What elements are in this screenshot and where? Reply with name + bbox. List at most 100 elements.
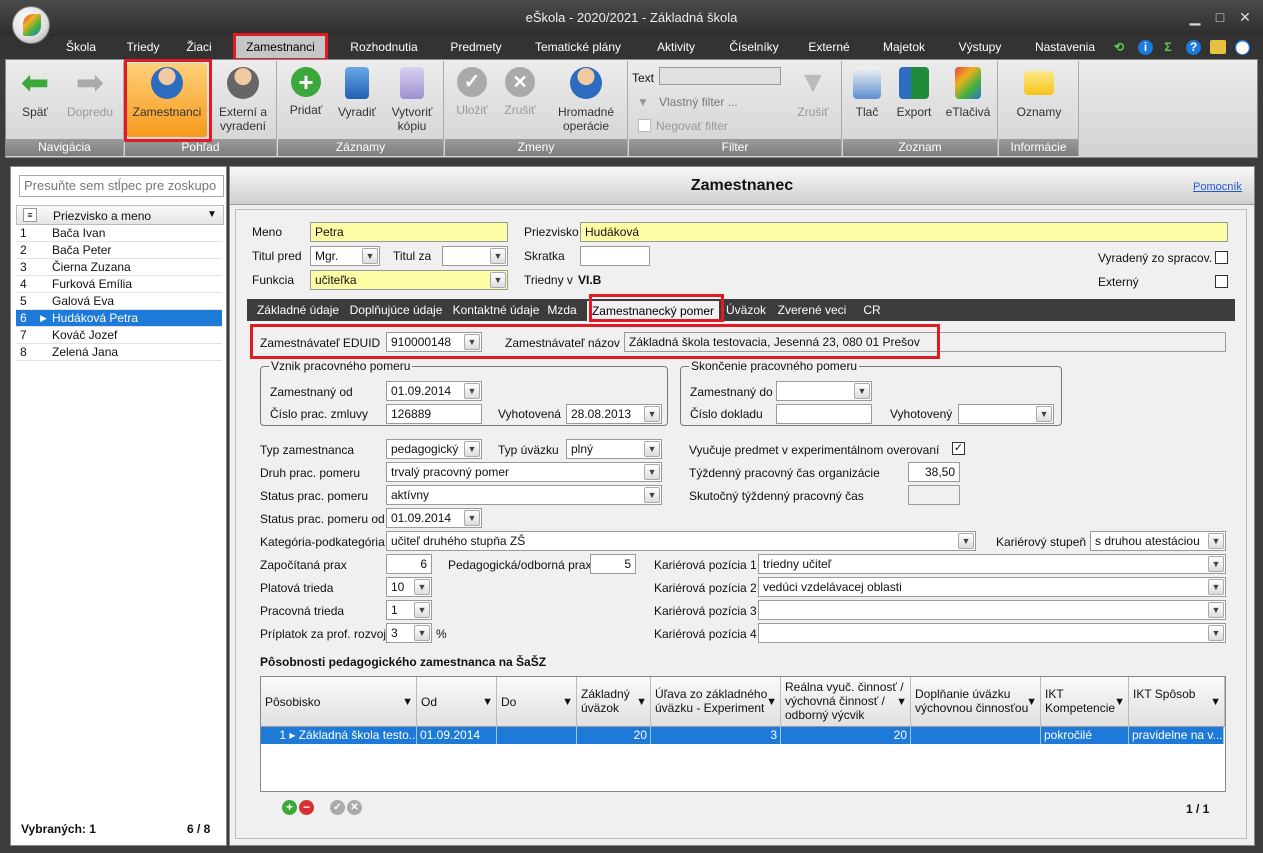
negate-filter-checkbox[interactable] <box>638 119 651 132</box>
help-icon[interactable]: ? <box>1186 40 1201 55</box>
menu-tematicke-plany[interactable]: Tematické plány <box>528 36 628 59</box>
col-ulava[interactable]: Úľava zo základného úväzku - Experiment ▼ <box>651 677 781 727</box>
retired-checkbox[interactable] <box>1215 251 1228 264</box>
employer-name-field[interactable]: Základná škola testovacia, Jesenná 23, 0… <box>624 332 1226 352</box>
menu-nastavenia[interactable]: Nastavenia <box>1027 36 1103 59</box>
menu-predmety[interactable]: Predmety <box>440 36 512 59</box>
menu-aktivity[interactable]: Aktivity <box>645 36 707 59</box>
col-realna-cinnost[interactable]: Reálna vyuč. činnosť / výchovná činnosť … <box>781 677 911 727</box>
list-item[interactable]: 3 Čierna Zuzana <box>16 259 222 276</box>
function-select[interactable]: učiteľka ▼ <box>310 270 508 290</box>
end-issued-date[interactable]: ▼ <box>958 404 1054 424</box>
work-class-select[interactable]: 1 ▼ <box>386 600 432 620</box>
filter-icon[interactable]: ▼ <box>766 695 777 709</box>
experimental-checkbox[interactable]: ✓ <box>952 442 965 455</box>
salary-class-select[interactable]: 10 ▼ <box>386 577 432 597</box>
employed-to-date[interactable]: ▼ <box>776 381 872 401</box>
remove-button[interactable]: Vyradiť <box>332 63 382 119</box>
filter-cancel-button[interactable]: ▼ Zrušiť <box>789 63 837 120</box>
filter-icon[interactable]: ▼ <box>636 695 647 709</box>
document-number-field[interactable] <box>776 404 872 424</box>
workload-type-select[interactable]: plný ▼ <box>566 439 662 459</box>
tab-salary[interactable]: Mzda <box>547 299 577 321</box>
filter-icon[interactable]: ▼ <box>207 209 217 220</box>
filter-icon[interactable]: ▼ <box>1114 695 1125 709</box>
filter-text-input[interactable] <box>659 67 781 85</box>
external-view-button[interactable]: Externí a vyradení <box>211 63 275 133</box>
tab-cr[interactable]: CR <box>857 299 887 321</box>
printer-icon[interactable] <box>1210 40 1226 54</box>
list-item[interactable]: 1 Bača Ivan <box>16 225 222 242</box>
tab-employment[interactable]: Zamestnanecký pomer <box>587 301 719 321</box>
abbreviation-field[interactable] <box>580 246 650 266</box>
save-button[interactable]: ✓ Uložiť <box>449 63 495 117</box>
bonus-select[interactable]: 3 ▼ <box>386 623 432 643</box>
minimize-icon[interactable]: ▁ <box>1187 9 1203 25</box>
col-zakladny-uvazok[interactable]: Základný úväzok ▼ <box>577 677 651 727</box>
career-position-4-select[interactable]: ▼ <box>758 623 1226 643</box>
column-chooser-icon[interactable]: ≡ <box>23 208 37 222</box>
menu-externe[interactable]: Externé <box>800 36 858 59</box>
pedagogical-practice-field[interactable]: 5 <box>590 554 636 574</box>
tab-contact[interactable]: Kontaktné údaje <box>451 299 541 321</box>
employment-status-select[interactable]: aktívny ▼ <box>386 485 662 505</box>
eforms-button[interactable]: eTlačivá <box>941 63 995 119</box>
maximize-icon[interactable]: □ <box>1212 9 1228 25</box>
title-after-select[interactable]: ▼ <box>442 246 508 266</box>
career-level-select[interactable]: s druhou atestáciou ▼ <box>1090 531 1226 551</box>
list-item[interactable]: 5 Galová Eva <box>16 293 222 310</box>
menu-rozhodnutia[interactable]: Rozhodnutia <box>342 36 426 59</box>
tab-basic[interactable]: Základné údaje <box>255 299 341 321</box>
group-by-area[interactable]: Presuňte sem stĺpec pre zoskupo <box>19 175 224 197</box>
close-icon[interactable]: ✕ <box>1237 9 1253 25</box>
employed-from-date[interactable]: 01.09.2014 ▼ <box>386 381 482 401</box>
col-ikt-sposob[interactable]: IKT Spôsob ▼ <box>1129 677 1225 727</box>
add-button[interactable]: + Pridať <box>282 63 330 117</box>
bulk-operations-button[interactable]: Hromadné operácie <box>549 63 623 133</box>
forward-button[interactable]: ➡ Dopredu <box>60 63 120 119</box>
col-ikt-kompetencie[interactable]: IKT Kompetencie ▼ <box>1041 677 1129 727</box>
employment-kind-select[interactable]: trvalý pracovný pomer ▼ <box>386 462 662 482</box>
last-name-field[interactable]: Hudáková <box>580 222 1228 242</box>
tab-workload[interactable]: Úväzok <box>723 299 769 321</box>
tab-additional[interactable]: Doplňujúce údaje <box>347 299 445 321</box>
back-button[interactable]: ⬅ Späť <box>10 63 60 119</box>
sum-icon[interactable]: Σ <box>1160 36 1176 59</box>
filter-icon[interactable]: ▼ <box>562 695 573 709</box>
filter-icon[interactable]: ▼ <box>896 695 907 709</box>
export-button[interactable]: Export <box>889 63 939 119</box>
col-posobisko[interactable]: Pôsobisko ▼ <box>261 677 417 727</box>
filter-icon[interactable]: ▼ <box>402 695 413 709</box>
add-row-icon[interactable]: + <box>282 800 297 815</box>
eduid-select[interactable]: 910000148 ▼ <box>386 332 482 352</box>
custom-filter-button[interactable]: Vlastný filter ... <box>659 94 738 110</box>
support-icon[interactable]: ⬤ <box>1235 40 1250 55</box>
copy-button[interactable]: Vytvoriť kópiu <box>384 63 440 133</box>
cancel-changes-button[interactable]: ✕ Zrušiť <box>497 63 543 117</box>
col-do[interactable]: Do ▼ <box>497 677 577 727</box>
refresh-icon[interactable]: ⟲ <box>1111 36 1127 59</box>
contract-issued-date[interactable]: 28.08.2013 ▼ <box>566 404 662 424</box>
table-row[interactable]: 1 ▸ Základná škola testo... 01.09.2014 2… <box>261 727 1224 744</box>
list-item[interactable]: 2 Bača Peter <box>16 242 222 259</box>
filter-icon[interactable]: ▼ <box>1026 695 1037 709</box>
help-link[interactable]: Pomocník <box>1193 179 1242 195</box>
tab-entrusted[interactable]: Zverené veci <box>775 299 849 321</box>
info-icon[interactable]: i <box>1138 40 1153 55</box>
list-item[interactable]: 7 Kováč Jozef <box>16 327 222 344</box>
filter-icon[interactable]: ▼ <box>1210 695 1221 709</box>
career-position-1-select[interactable]: triedny učiteľ ▼ <box>758 554 1226 574</box>
col-name-header[interactable]: Priezvisko a meno <box>53 209 151 223</box>
col-doplnanie[interactable]: Doplňanie úväzku výchovnou činnosťou ▼ <box>911 677 1041 727</box>
menu-vystupy[interactable]: Výstupy <box>950 36 1010 59</box>
menu-majetok[interactable]: Majetok <box>873 36 935 59</box>
employee-type-select[interactable]: pedagogický ▼ <box>386 439 482 459</box>
app-logo[interactable] <box>12 6 50 44</box>
col-od[interactable]: Od ▼ <box>417 677 497 727</box>
menu-triedy[interactable]: Triedy <box>118 36 168 59</box>
career-position-3-select[interactable]: ▼ <box>758 600 1226 620</box>
weekly-org-hours-field[interactable]: 38,50 <box>908 462 960 482</box>
list-item[interactable]: 4 Furková Emília <box>16 276 222 293</box>
filter-icon[interactable]: ▼ <box>482 695 493 709</box>
notices-button[interactable]: Oznamy <box>1005 63 1073 119</box>
